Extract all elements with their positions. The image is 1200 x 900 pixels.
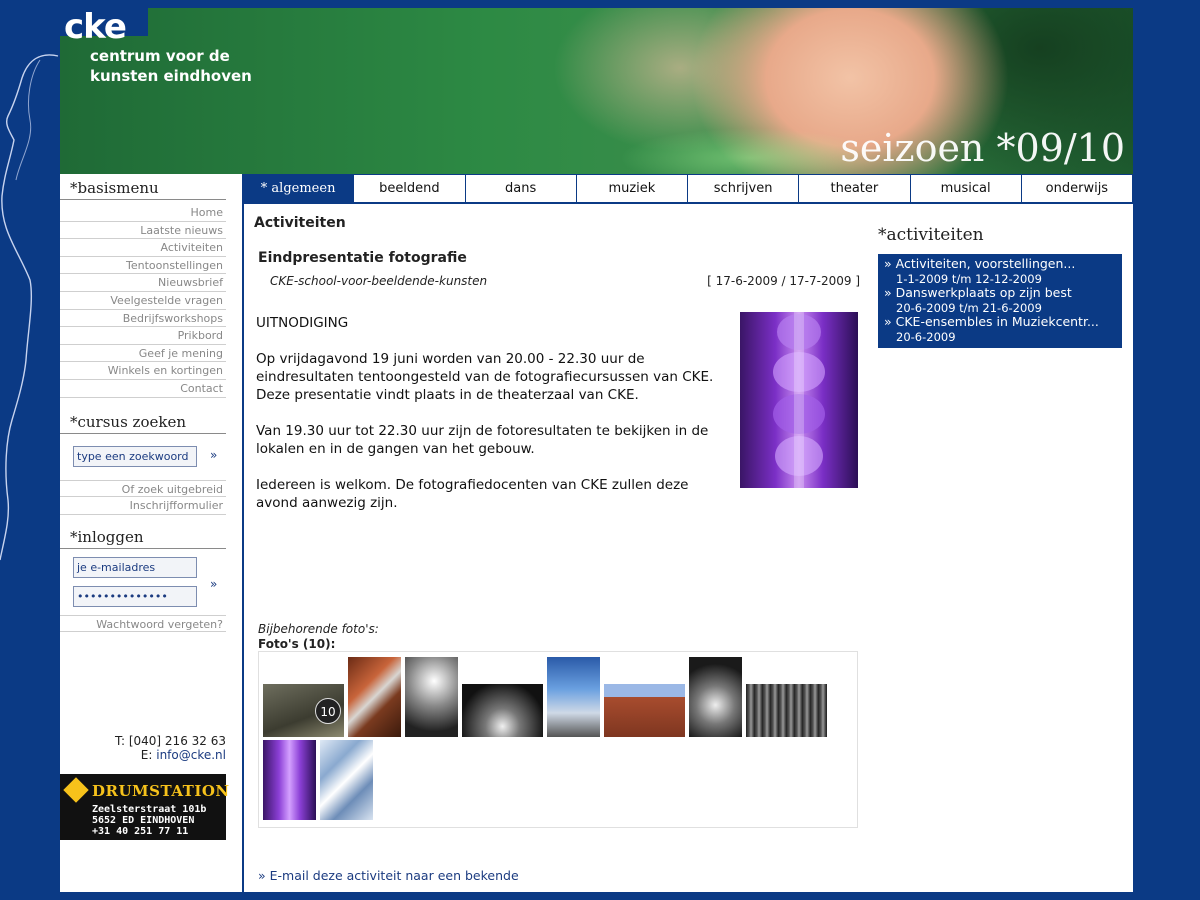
menu-item-contact[interactable]: Contact bbox=[60, 380, 226, 398]
category-nav: * algemeen beeldend dans muziek schrijve… bbox=[242, 174, 1133, 204]
photo-thumb-2[interactable] bbox=[348, 657, 401, 737]
content-divider bbox=[242, 204, 244, 892]
menu-item-geef-je-mening[interactable]: Geef je mening bbox=[60, 345, 226, 363]
email-link[interactable]: info@cke.nl bbox=[156, 748, 226, 762]
page: cke centrum voor de kunsten eindhoven se… bbox=[60, 8, 1133, 892]
thumb-badge: 10 bbox=[315, 698, 341, 724]
description-paragraph-1: Op vrijdagavond 19 juni worden van 20.00… bbox=[256, 351, 714, 403]
activity-date-3: 20-6-2009 bbox=[896, 329, 956, 344]
main-content: Activiteiten Eindpresentatie fotografie … bbox=[254, 208, 860, 892]
logo[interactable]: cke bbox=[60, 8, 148, 44]
link-inschrijfformulier[interactable]: Inschrijfformulier bbox=[60, 497, 226, 515]
photo-thumb-5[interactable] bbox=[547, 657, 600, 737]
ad-city: 5652 ED EINDHOVEN bbox=[92, 815, 195, 826]
photo-thumb-3[interactable] bbox=[405, 657, 458, 737]
basismenu-heading: *basismenu bbox=[60, 174, 226, 200]
email-activity-link[interactable]: » E-mail deze activiteit naar een bekend… bbox=[258, 868, 519, 883]
logo-text: cke bbox=[64, 8, 127, 47]
silhouette-decoration bbox=[0, 54, 59, 561]
password-field[interactable]: •••••••••••••• bbox=[73, 585, 197, 607]
event-description: UITNODIGING Op vrijdagavond 19 juni word… bbox=[256, 314, 731, 530]
search-form: type een zoekwoord » bbox=[60, 434, 226, 480]
logo-subtitle-line2: kunsten eindhoven bbox=[90, 67, 252, 85]
photo-thumb-6[interactable] bbox=[604, 684, 685, 737]
ad-address: Zeelsterstraat 101b bbox=[92, 804, 207, 815]
warning-sign-icon bbox=[63, 777, 89, 803]
photo-thumb-8[interactable] bbox=[746, 684, 827, 737]
tab-schrijven[interactable]: schrijven bbox=[687, 174, 799, 202]
forgot-password-link[interactable]: Wachtwoord vergeten? bbox=[60, 614, 226, 633]
section-title: Activiteiten bbox=[254, 215, 346, 231]
logo-subtitle-line1: centrum voor de bbox=[90, 47, 230, 65]
activities-panel: *activiteiten » Activiteiten, voorstelli… bbox=[878, 220, 1122, 348]
logo-subtitle: centrum voor de kunsten eindhoven bbox=[90, 46, 252, 86]
activity-item-2[interactable]: » Danswerkplaats op zijn best bbox=[884, 286, 1116, 301]
activity-item-3[interactable]: » CKE-ensembles in Muziekcentr... bbox=[884, 315, 1116, 330]
menu-item-activiteiten[interactable]: Activiteiten bbox=[60, 239, 226, 257]
photo-thumb-9[interactable] bbox=[263, 740, 316, 820]
sidebar: *basismenu Home Laatste nieuws Activitei… bbox=[60, 174, 229, 892]
menu-item-winkels-en-kortingen[interactable]: Winkels en kortingen bbox=[60, 362, 226, 380]
menu-item-bedrijfsworkshops[interactable]: Bedrijfsworkshops bbox=[60, 310, 226, 328]
email-field[interactable]: je e-mailadres bbox=[73, 556, 197, 578]
phone-number: T: [040] 216 32 63 bbox=[114, 734, 226, 748]
header-banner: cke centrum voor de kunsten eindhoven se… bbox=[60, 8, 1133, 174]
email-line: E: info@cke.nl bbox=[115, 748, 226, 762]
ad-title: DRUMSTATION bbox=[92, 782, 230, 800]
tab-beeldend[interactable]: beeldend bbox=[353, 174, 465, 202]
tab-theater[interactable]: theater bbox=[798, 174, 910, 202]
search-heading: *cursus zoeken bbox=[60, 408, 226, 434]
activity-date-1: 1-1-2009 t/m 12-12-2009 bbox=[896, 271, 1042, 286]
ad-phone: +31 40 251 77 11 bbox=[92, 826, 189, 837]
menu-item-home[interactable]: Home bbox=[60, 204, 226, 222]
login-heading: *inloggen bbox=[60, 523, 226, 549]
event-organizer: CKE-school-voor-beeldende-kunsten bbox=[270, 274, 488, 288]
description-heading: UITNODIGING bbox=[256, 315, 349, 331]
drumstation-ad[interactable]: DRUMSTATION Zeelsterstraat 101b 5652 ED … bbox=[60, 774, 229, 840]
login-form: je e-mailadres •••••••••••••• » bbox=[60, 549, 226, 615]
menu-item-tentoonstellingen[interactable]: Tentoonstellingen bbox=[60, 257, 226, 275]
activity-date-2: 20-6-2009 t/m 21-6-2009 bbox=[896, 300, 1042, 315]
contact-info: T: [040] 216 32 63 E: info@cke.nl bbox=[115, 734, 226, 762]
basismenu-list: Home Laatste nieuws Activiteiten Tentoon… bbox=[60, 200, 226, 398]
season-label: seizoen *09/10 bbox=[840, 126, 1125, 170]
activities-heading: *activiteiten bbox=[878, 225, 984, 245]
photo-thumb-4[interactable] bbox=[462, 684, 543, 737]
tab-musical[interactable]: musical bbox=[909, 174, 1021, 202]
feature-photo[interactable] bbox=[740, 312, 858, 488]
photo-thumb-7[interactable] bbox=[689, 657, 742, 737]
event-dates: [ 17-6-2009 / 17-7-2009 ] bbox=[707, 274, 860, 288]
menu-item-laatste-nieuws[interactable]: Laatste nieuws bbox=[60, 222, 226, 240]
search-go-button[interactable]: » bbox=[210, 448, 217, 462]
email-label: E: bbox=[140, 748, 153, 762]
photo-thumb-10[interactable] bbox=[320, 740, 373, 820]
menu-item-prikbord[interactable]: Prikbord bbox=[60, 327, 226, 345]
photos-count: Foto's (10): bbox=[258, 637, 336, 651]
tab-algemeen[interactable]: * algemeen bbox=[242, 174, 354, 202]
tab-dans[interactable]: dans bbox=[464, 174, 576, 202]
photo-gallery: 10 bbox=[258, 651, 858, 828]
event-title: Eindpresentatie fotografie bbox=[258, 250, 467, 266]
link-uitgebreid-zoeken[interactable]: Of zoek uitgebreid bbox=[60, 479, 226, 498]
menu-item-nieuwsbrief[interactable]: Nieuwsbrief bbox=[60, 274, 226, 292]
glass-column-image bbox=[773, 312, 825, 488]
tab-muziek[interactable]: muziek bbox=[575, 174, 687, 202]
description-paragraph-3: Iedereen is welkom. De fotografiedocente… bbox=[256, 477, 689, 511]
search-input[interactable]: type een zoekwoord bbox=[73, 445, 197, 467]
activities-list: » Activiteiten, voorstellingen... 1-1-20… bbox=[878, 254, 1122, 348]
login-go-button[interactable]: » bbox=[210, 577, 217, 591]
menu-item-veelgestelde-vragen[interactable]: Veelgestelde vragen bbox=[60, 292, 226, 310]
tab-onderwijs[interactable]: onderwijs bbox=[1020, 174, 1133, 202]
photos-label: Bijbehorende foto's: bbox=[258, 622, 379, 636]
photo-thumb-1[interactable]: 10 bbox=[263, 684, 344, 737]
activity-item-1[interactable]: » Activiteiten, voorstellingen... bbox=[884, 257, 1116, 272]
description-paragraph-2: Van 19.30 uur tot 22.30 uur zijn de foto… bbox=[256, 423, 709, 457]
